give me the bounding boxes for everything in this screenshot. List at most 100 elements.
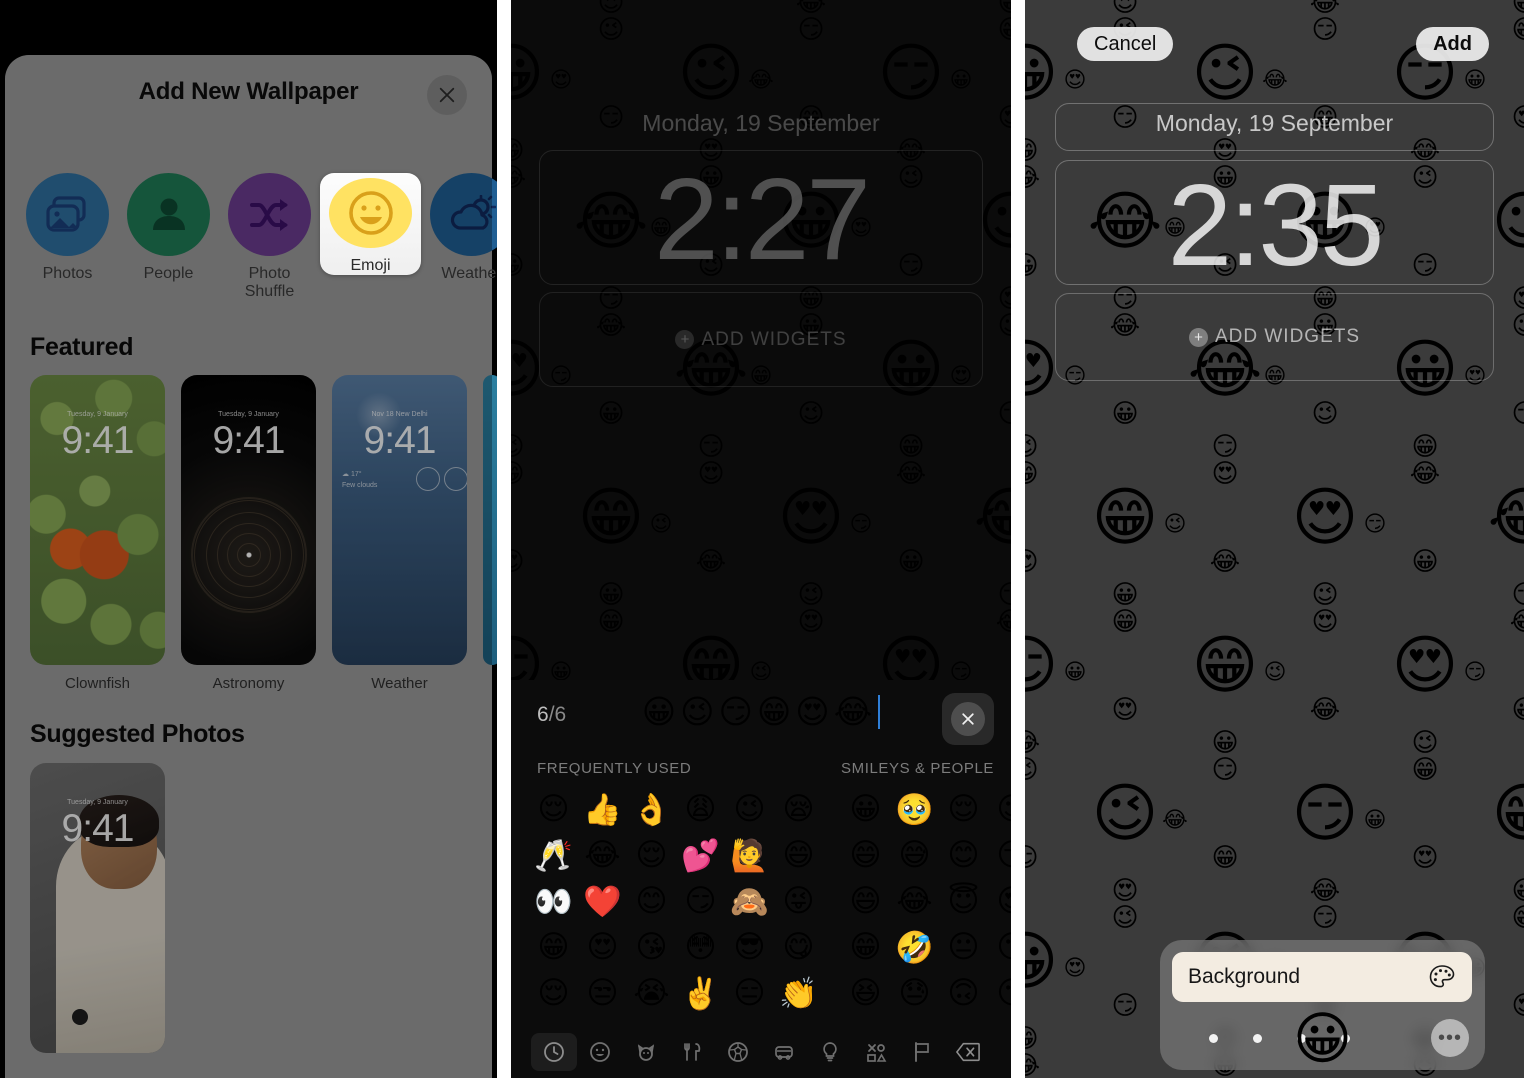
featured-item-partial[interactable] bbox=[483, 375, 497, 692]
emoji-key[interactable]: 😘 bbox=[627, 924, 676, 970]
featured-item-astronomy[interactable]: Tuesday, 9 January 9:41 Astronomy bbox=[181, 375, 316, 692]
cancel-button[interactable]: Cancel bbox=[1077, 27, 1174, 61]
featured-item-clownfish[interactable]: Tuesday, 9 January 9:41 Clownfish bbox=[30, 375, 165, 692]
animals-icon bbox=[637, 1044, 655, 1061]
recent-clock-icon bbox=[544, 1042, 564, 1062]
emoji-key[interactable]: 😪 bbox=[774, 786, 823, 832]
emoji-key[interactable]: 😄 bbox=[841, 878, 890, 924]
background-preview-emoji[interactable]: 😀 bbox=[1293, 1006, 1352, 1072]
emoji-key[interactable]: 😩 bbox=[676, 786, 725, 832]
emoji-key[interactable]: 😌 bbox=[627, 832, 676, 878]
category-weather[interactable]: Weather bbox=[421, 173, 497, 302]
emoji-key[interactable]: 😁 bbox=[841, 924, 890, 970]
emoji-key[interactable]: 😏 bbox=[676, 878, 725, 924]
page-dot[interactable] bbox=[1253, 1034, 1262, 1043]
emoji-key[interactable]: 😆 bbox=[841, 970, 890, 1016]
emoji-key[interactable]: 🙈 bbox=[725, 878, 774, 924]
wallpaper-emoji: 😂 bbox=[973, 481, 1011, 555]
add-widgets-button[interactable]: + ADD WIDGETS bbox=[539, 292, 983, 387]
emoji-key[interactable]: 😭 bbox=[627, 970, 676, 1016]
emoji-key[interactable]: 😅 bbox=[890, 832, 939, 878]
emoji-key[interactable]: 😄 bbox=[774, 832, 823, 878]
suggested-photo-item[interactable]: Tuesday, 9 January 9:41 bbox=[30, 763, 165, 1053]
add-button[interactable]: Add bbox=[1416, 27, 1489, 61]
tab-objects[interactable] bbox=[807, 1033, 853, 1071]
wallpaper-emoji: 😉 bbox=[1025, 434, 1039, 460]
emoji-key[interactable]: 😍 bbox=[578, 924, 627, 970]
emoji-key[interactable]: 😉 bbox=[988, 786, 1011, 832]
emoji-key[interactable]: 🙋 bbox=[725, 832, 774, 878]
tab-symbols[interactable] bbox=[853, 1033, 899, 1071]
more-options-button[interactable]: ••• bbox=[1431, 1019, 1469, 1057]
emoji-key[interactable]: 😊 bbox=[627, 878, 676, 924]
emoji-key[interactable]: 😌 bbox=[529, 970, 578, 1016]
emoji-key[interactable]: 👌 bbox=[627, 786, 676, 832]
emoji-key[interactable]: 😀 bbox=[841, 786, 890, 832]
emoji-key[interactable]: 🙃 bbox=[939, 970, 988, 1016]
emoji-key[interactable]: 😑 bbox=[725, 970, 774, 1016]
page-dot[interactable] bbox=[1209, 1034, 1218, 1043]
tab-smileys[interactable] bbox=[577, 1033, 623, 1071]
preview-time: 9:41 bbox=[363, 419, 437, 462]
featured-item-weather[interactable]: Nov 18 New Delhi 9:41 ☁ 17° Few clouds We… bbox=[332, 375, 467, 692]
close-sheet-button[interactable] bbox=[427, 75, 467, 115]
emoji-key[interactable]: 😇 bbox=[939, 878, 988, 924]
wallpaper-emoji: 😀 bbox=[1511, 878, 1524, 904]
tab-recent[interactable] bbox=[531, 1033, 577, 1071]
emoji-key[interactable]: 😂 bbox=[890, 878, 939, 924]
emoji-key[interactable]: 😉 bbox=[725, 786, 774, 832]
tab-activity[interactable] bbox=[715, 1033, 761, 1071]
emoji-key[interactable]: 😜 bbox=[774, 878, 823, 924]
background-button[interactable]: Background bbox=[1172, 952, 1472, 1002]
emoji-key[interactable]: 😎 bbox=[725, 924, 774, 970]
emoji-key[interactable]: 😋 bbox=[774, 924, 823, 970]
emoji-key[interactable]: 💕 bbox=[676, 832, 725, 878]
activity-icon bbox=[728, 1042, 748, 1062]
close-keyboard-button[interactable] bbox=[942, 693, 994, 745]
emoji-key[interactable]: ❤️ bbox=[578, 878, 627, 924]
emoji-key[interactable]: 😌 bbox=[939, 786, 988, 832]
emoji-key[interactable]: 👍 bbox=[578, 786, 627, 832]
page-title: Add New Wallpaper bbox=[138, 78, 359, 105]
emoji-key[interactable]: 😍 bbox=[988, 878, 1011, 924]
wallpaper-preview: Tuesday, 9 January 9:41 bbox=[181, 375, 316, 665]
wallpaper-emoji: 😉 bbox=[1163, 512, 1187, 538]
emoji-key[interactable]: 👏 bbox=[774, 970, 823, 1016]
emoji-key[interactable]: 😒 bbox=[578, 970, 627, 1016]
category-people[interactable]: People bbox=[118, 173, 219, 302]
emoji-key[interactable]: 😘 bbox=[988, 924, 1011, 970]
selected-emoji-field[interactable]: 😀😉😏😁😍😂 bbox=[511, 692, 1011, 731]
add-widgets-button[interactable]: + ADD WIDGETS bbox=[1055, 293, 1494, 381]
food-icon bbox=[684, 1043, 701, 1061]
emoji-key[interactable]: 😌 bbox=[529, 786, 578, 832]
emoji-key[interactable]: 🥹 bbox=[890, 786, 939, 832]
wallpaper-emoji: 😏 bbox=[1311, 14, 1339, 45]
emoji-key[interactable]: 😳 bbox=[676, 924, 725, 970]
category-photo-shuffle[interactable]: Photo Shuffle bbox=[219, 173, 320, 302]
tab-food[interactable] bbox=[669, 1033, 715, 1071]
emoji-key[interactable]: 🥂 bbox=[529, 832, 578, 878]
tab-flags[interactable] bbox=[899, 1033, 945, 1071]
tab-animals[interactable] bbox=[623, 1033, 669, 1071]
emoji-key[interactable]: 😏 bbox=[988, 832, 1011, 878]
emoji-key[interactable]: 😊 bbox=[939, 832, 988, 878]
panel-emoji-wallpaper-editor: 😀😉😏😁😍😉😏😁😍😂😏😁😍😂😀😁😍😂😀😉😍😂😀😉😏😂😀😉😏😁😀😉😏😁😍😉😏😁😍😂… bbox=[511, 0, 1011, 1078]
tab-travel[interactable] bbox=[761, 1033, 807, 1071]
category-weather-label: Weather bbox=[441, 265, 497, 282]
wallpaper-emoji: 😁 bbox=[1025, 461, 1039, 487]
emoji-key[interactable]: 😄 bbox=[841, 832, 890, 878]
emoji-key[interactable]: ✌️ bbox=[676, 970, 725, 1016]
background-pattern-pager[interactable]: 😀 ••• bbox=[1160, 1006, 1485, 1072]
emoji-key[interactable]: 😂 bbox=[578, 832, 627, 878]
emoji-key[interactable]: 😗 bbox=[988, 970, 1011, 1016]
emoji-key[interactable]: 🤣 bbox=[890, 924, 939, 970]
emoji-key[interactable]: 👀 bbox=[529, 878, 578, 924]
wallpaper-emoji: 😉 bbox=[797, 399, 825, 430]
emoji-key[interactable]: 😐 bbox=[939, 924, 988, 970]
wallpaper-emoji: 😀 bbox=[1511, 0, 1524, 16]
emoji-key[interactable]: 😓 bbox=[890, 970, 939, 1016]
emoji-key[interactable]: 😁 bbox=[529, 924, 578, 970]
category-photos[interactable]: Photos bbox=[17, 173, 118, 302]
backspace-button[interactable] bbox=[945, 1033, 991, 1071]
category-emoji[interactable]: Emoji bbox=[320, 173, 421, 275]
